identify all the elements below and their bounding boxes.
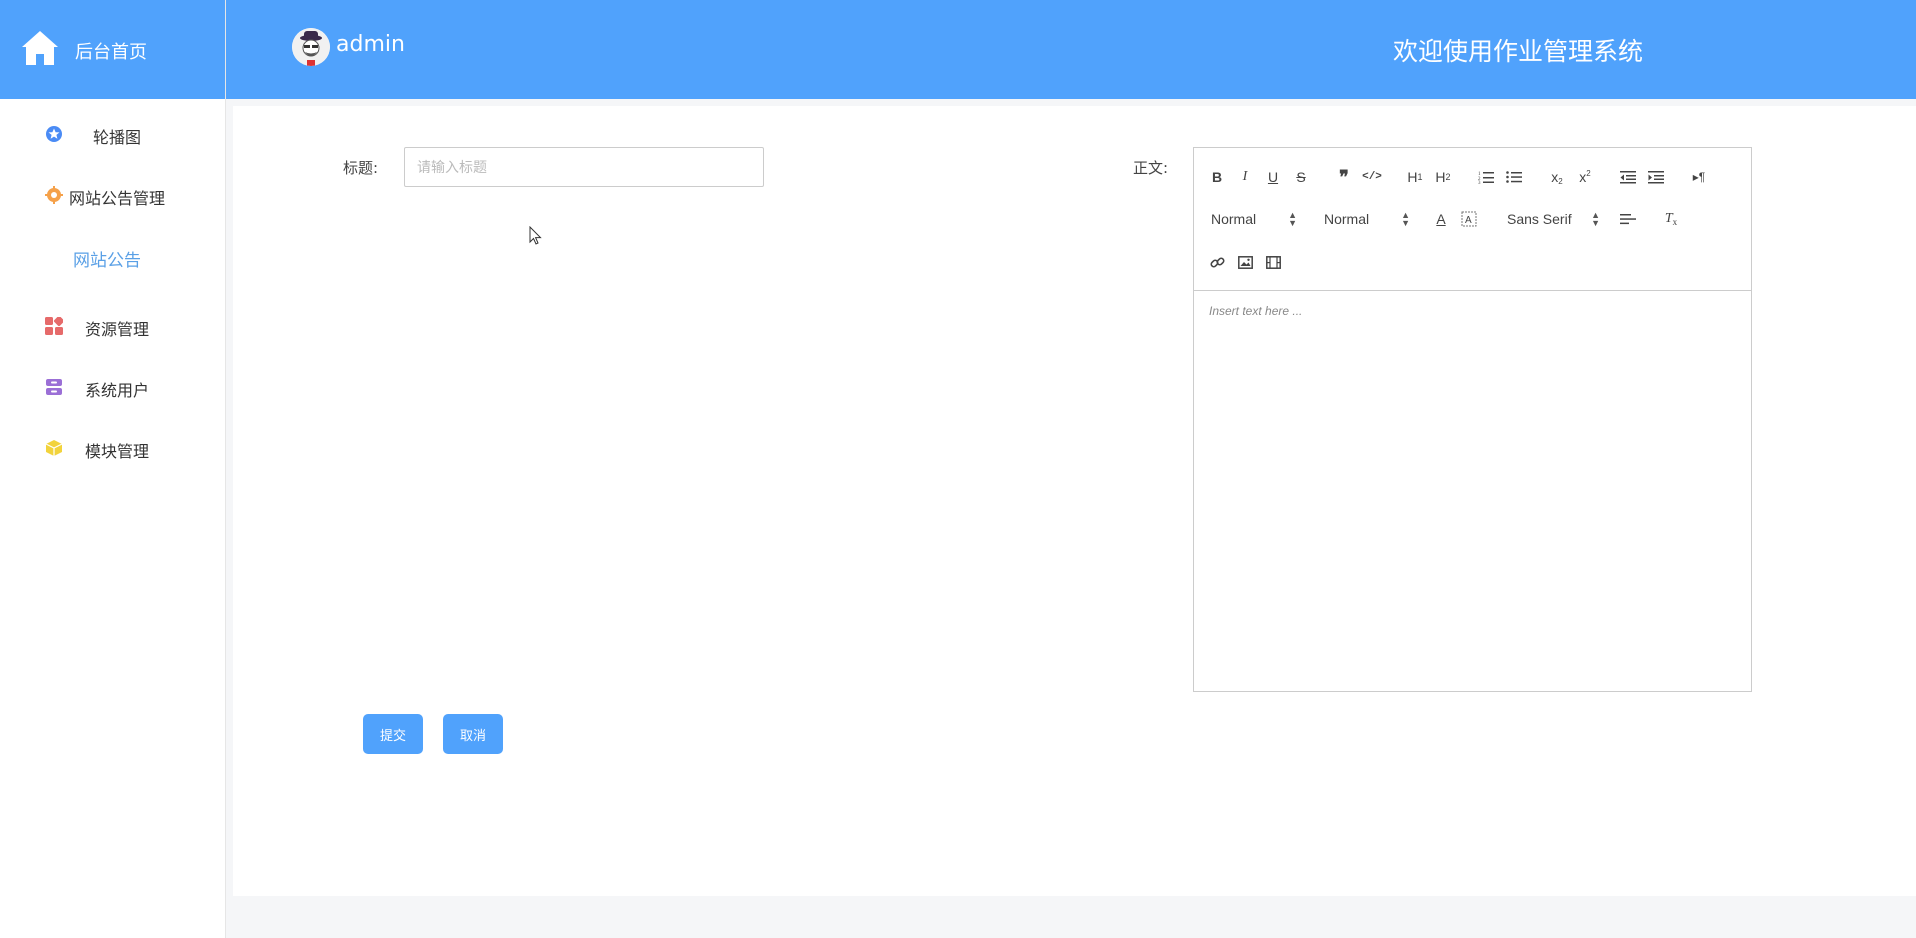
cube-icon <box>45 440 63 456</box>
header-select[interactable]: Normal ▲ ▼ <box>1211 208 1297 230</box>
size-select[interactable]: Normal ▲ ▼ <box>1324 208 1410 230</box>
editor-placeholder: Insert text here ... <box>1209 304 1303 318</box>
select-caret-icon: ▲ ▼ <box>1591 210 1600 228</box>
title-input[interactable] <box>404 147 764 187</box>
heading2-icon[interactable]: H2 <box>1432 166 1454 188</box>
select-caret-icon: ▲ ▼ <box>1401 210 1410 228</box>
cancel-button[interactable]: 取消 <box>443 714 503 754</box>
svg-text:3: 3 <box>1478 181 1481 184</box>
star-badge-icon <box>46 126 62 142</box>
sidebar-item-label: 网站公告 <box>73 251 141 271</box>
italic-icon[interactable]: I <box>1234 166 1256 188</box>
clear-format-icon[interactable]: Tx <box>1660 208 1682 230</box>
sidebar-item-label: 模块管理 <box>85 442 150 461</box>
superscript-icon[interactable]: x2 <box>1574 166 1596 188</box>
body-label: 正文: <box>1133 159 1169 177</box>
strikethrough-icon[interactable]: S <box>1290 166 1312 188</box>
text-direction-icon[interactable]: ▸¶ <box>1688 166 1710 188</box>
sidebar-home-link[interactable]: 后台首页 <box>0 0 225 99</box>
background-color-icon[interactable]: A <box>1458 208 1480 230</box>
image-icon[interactable] <box>1234 251 1256 273</box>
underline-icon[interactable]: U <box>1262 166 1284 188</box>
ordered-list-icon[interactable]: 123 <box>1475 166 1497 188</box>
outdent-icon[interactable] <box>1617 166 1639 188</box>
sidebar-item-notice-management[interactable]: 网站公告管理 <box>0 174 225 214</box>
bullet-list-icon[interactable] <box>1503 166 1525 188</box>
link-icon[interactable] <box>1206 251 1228 273</box>
sidebar-item-carousel[interactable]: 轮播图 <box>0 113 225 153</box>
sidebar-item-label: 网站公告管理 <box>69 189 166 208</box>
header-select-value: Normal <box>1211 211 1257 227</box>
editor-content-area[interactable] <box>1194 291 1751 691</box>
svg-text:A: A <box>1465 215 1472 226</box>
align-left-icon[interactable] <box>1617 208 1639 230</box>
sidebar-item-modules[interactable]: 模块管理 <box>0 427 225 467</box>
sidebar-item-resources[interactable]: 资源管理 <box>0 305 225 345</box>
subscript-icon[interactable]: x2 <box>1546 166 1568 188</box>
sidebar-item-system-users[interactable]: 系统用户 <box>0 366 225 406</box>
sidebar-home-label: 后台首页 <box>75 42 147 63</box>
title-label: 标题: <box>343 159 379 177</box>
rich-text-editor: B I U S ❞ </> H1 H2 123 x2 x2 ▸¶ Normal … <box>1193 147 1752 692</box>
home-icon <box>22 31 58 65</box>
font-select[interactable]: Sans Serif ▲ ▼ <box>1507 208 1600 230</box>
user-avatar-icon <box>292 28 330 66</box>
gear-icon <box>45 186 63 204</box>
sidebar-item-label: 资源管理 <box>85 320 150 339</box>
editor-toolbar: B I U S ❞ </> H1 H2 123 x2 x2 ▸¶ Normal … <box>1194 148 1751 291</box>
code-block-icon[interactable]: </> <box>1361 166 1383 188</box>
bold-icon[interactable]: B <box>1206 166 1228 188</box>
archive-icon <box>46 379 62 395</box>
heading1-icon[interactable]: H1 <box>1404 166 1426 188</box>
video-icon[interactable] <box>1262 251 1284 273</box>
mouse-cursor-icon <box>529 226 542 245</box>
sidebar-item-label: 系统用户 <box>85 381 150 400</box>
avatar[interactable] <box>292 28 330 66</box>
top-header: admin 欢迎使用作业管理系统 <box>226 0 1916 99</box>
blockquote-icon[interactable]: ❞ <box>1333 166 1355 188</box>
submit-button[interactable]: 提交 <box>363 714 423 754</box>
select-caret-icon: ▲ ▼ <box>1288 210 1297 228</box>
sidebar-item-label: 轮播图 <box>93 128 142 147</box>
indent-icon[interactable] <box>1645 166 1667 188</box>
grid-icon <box>45 317 63 335</box>
size-select-value: Normal <box>1324 211 1370 227</box>
sidebar: 后台首页 轮播图 网站公告管理 网站公告 资源管理 系统用户 模块管理 <box>0 0 226 938</box>
text-color-icon[interactable]: A <box>1430 208 1452 230</box>
username: admin <box>336 32 405 57</box>
font-select-value: Sans Serif <box>1507 211 1572 227</box>
page-title: 欢迎使用作业管理系统 <box>1393 37 1644 66</box>
sidebar-subitem-notice[interactable]: 网站公告 <box>0 235 225 275</box>
